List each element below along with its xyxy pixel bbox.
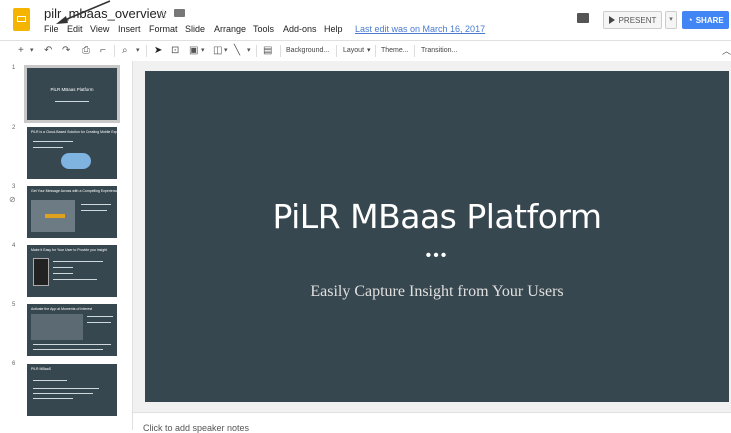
- slide-number: 5: [12, 302, 16, 308]
- speaker-notes[interactable]: Click to add speaker notes: [133, 412, 731, 433]
- menu-arrange[interactable]: Arrange: [214, 24, 246, 34]
- present-button[interactable]: PRESENT: [603, 11, 662, 29]
- thumb-text-line: [33, 398, 73, 399]
- redo-icon[interactable]: ↷: [62, 43, 70, 59]
- star-icon[interactable]: ☆: [157, 6, 169, 22]
- thumb-text-line: [33, 388, 99, 389]
- slide-thumbnail-2[interactable]: PiLR is a Cloud-Based Solution for Creat…: [27, 127, 131, 179]
- pointer-arrow-icon: [56, 0, 111, 24]
- slide-number: 3: [12, 184, 16, 190]
- layout-button[interactable]: Layout: [343, 43, 364, 59]
- divider: [114, 45, 115, 57]
- slide-number: 1: [12, 65, 16, 71]
- layout-dropdown-icon[interactable]: ▾: [367, 43, 371, 59]
- new-slide-icon[interactable]: +: [18, 43, 24, 59]
- slide-thumbnail-5[interactable]: Activate the App at Moments of Interest: [27, 304, 117, 356]
- thumb-text-line: [53, 267, 73, 268]
- thumb-image: [31, 314, 83, 340]
- menu-slide[interactable]: Slide: [185, 24, 205, 34]
- comment-add-icon[interactable]: ▤: [263, 43, 272, 59]
- divider: [336, 45, 337, 57]
- slide-thumbnail-4[interactable]: Make it Easy for Your User to Provide yo…: [27, 245, 117, 297]
- thumb-text-line: [87, 316, 113, 317]
- thumb-text-line: [53, 261, 103, 262]
- play-icon: [608, 16, 615, 24]
- image-dropdown-icon[interactable]: ▾: [201, 43, 205, 59]
- speaker-notes-placeholder: Click to add speaker notes: [143, 423, 250, 433]
- background-button[interactable]: Background...: [286, 43, 329, 59]
- slide-thumbnail-1[interactable]: PiLR MBaas Platform: [24, 65, 120, 123]
- thumb-text-line: [33, 380, 67, 381]
- link-icon: ⊘: [9, 195, 16, 204]
- share-button[interactable]: ◔ SHARE: [682, 11, 729, 29]
- slide-dots: •••: [425, 247, 449, 264]
- menu-help[interactable]: Help: [324, 24, 343, 34]
- new-slide-dropdown-icon[interactable]: ▾: [30, 43, 34, 59]
- textbox-icon[interactable]: ⊡: [171, 43, 179, 59]
- thumb-title: PiLR is a Cloud-Based Solution for Creat…: [31, 130, 131, 134]
- divider: [146, 45, 147, 57]
- thumb-subtitle-line: [55, 101, 89, 102]
- thumb-text-line: [53, 273, 73, 274]
- image-icon[interactable]: ▣: [189, 43, 198, 59]
- slides-logo-icon[interactable]: [13, 8, 30, 31]
- comments-icon[interactable]: [577, 13, 589, 23]
- slide-number: 6: [12, 361, 16, 367]
- slide-thumbnail-6[interactable]: PiLR MBaaS: [27, 364, 117, 416]
- lock-icon: ◔: [687, 15, 693, 25]
- shape-dropdown-icon[interactable]: ▾: [224, 43, 228, 59]
- toolbar: + ▾ ↶ ↷ ⎙ ⌐ ⌕ ▾ ➤ ⊡ ▣ ▾ ◫ ▾ ╲ ▾ ▤ Backgr…: [0, 40, 731, 62]
- select-icon[interactable]: ➤: [154, 43, 162, 59]
- divider: [256, 45, 257, 57]
- zoom-icon[interactable]: ⌕: [122, 43, 128, 59]
- slide-canvas[interactable]: PiLR MBaas Platform ••• Easily Capture I…: [145, 71, 729, 402]
- line-icon[interactable]: ╲: [234, 43, 240, 59]
- divider: [280, 45, 281, 57]
- thumb-text-line: [33, 141, 73, 142]
- plane-graphic: [45, 214, 65, 218]
- folder-icon[interactable]: [174, 9, 185, 17]
- thumb-text-line: [33, 393, 93, 394]
- slide-filmstrip: 1 PiLR MBaas Platform 2 PiLR is a Cloud-…: [0, 61, 133, 430]
- thumb-text-line: [33, 344, 111, 345]
- paint-format-icon[interactable]: ⌐: [100, 43, 106, 59]
- slide-title[interactable]: PiLR MBaas Platform: [145, 197, 729, 236]
- slide-subtitle[interactable]: Easily Capture Insight from Your Users: [145, 283, 729, 301]
- share-label: SHARE: [695, 15, 724, 25]
- present-label: PRESENT: [618, 15, 657, 25]
- theme-button[interactable]: Theme...: [381, 43, 409, 59]
- thumb-title: Make it Easy for Your User to Provide yo…: [31, 248, 108, 252]
- divider: [414, 45, 415, 57]
- zoom-dropdown-icon[interactable]: ▾: [136, 43, 140, 59]
- print-icon[interactable]: ⎙: [82, 43, 90, 59]
- cloud-graphic: [61, 153, 91, 169]
- thumb-title: Get Your Message Across with a Compellin…: [31, 189, 119, 193]
- undo-icon[interactable]: ↶: [44, 43, 52, 59]
- thumb-text-line: [53, 279, 97, 280]
- slide-thumbnail-3[interactable]: Get Your Message Across with a Compellin…: [27, 186, 119, 238]
- menu-format[interactable]: Format: [149, 24, 178, 34]
- thumb-title: Activate the App at Moments of Interest: [31, 307, 93, 311]
- menu-tools[interactable]: Tools: [253, 24, 274, 34]
- transition-button[interactable]: Transition...: [421, 43, 457, 59]
- present-dropdown-button[interactable]: ▾: [665, 11, 677, 29]
- thumb-title: PiLR MBaas Platform: [50, 87, 94, 92]
- thumb-text-line: [87, 322, 111, 323]
- thumb-text-line: [33, 147, 63, 148]
- menu-insert[interactable]: Insert: [118, 24, 141, 34]
- divider: [375, 45, 376, 57]
- thumb-text-line: [81, 210, 107, 211]
- collapse-icon[interactable]: ︿: [722, 43, 731, 59]
- slide-number: 4: [12, 243, 16, 249]
- shape-icon[interactable]: ◫: [213, 43, 222, 59]
- menu-addons[interactable]: Add-ons: [283, 24, 317, 34]
- thumb-title: PiLR MBaaS: [31, 367, 52, 371]
- last-edit-link[interactable]: Last edit was on March 16, 2017: [355, 24, 485, 34]
- thumb-text-line: [81, 204, 111, 205]
- line-dropdown-icon[interactable]: ▾: [247, 43, 251, 59]
- slide-number: 2: [12, 125, 16, 131]
- thumb-text-line: [33, 349, 103, 350]
- phone-graphic: [33, 258, 49, 286]
